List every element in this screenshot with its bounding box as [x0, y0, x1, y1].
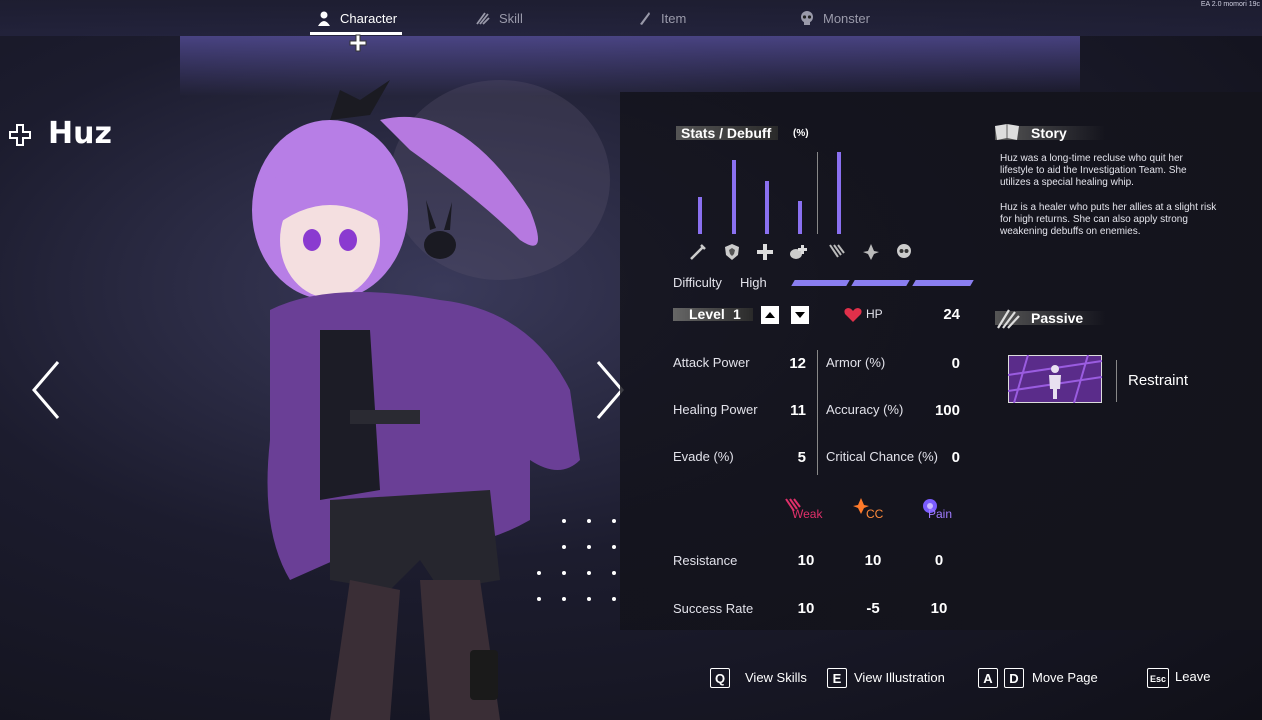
key-a[interactable]: A: [978, 668, 998, 688]
stat-value: 100: [934, 402, 960, 419]
view-skills-hint[interactable]: View Skills: [745, 670, 807, 685]
story-line: for high returns. She can also apply str…: [1000, 214, 1188, 225]
story-line: utilizes a special healing whip.: [1000, 177, 1134, 188]
stat-value: 11: [790, 402, 806, 419]
stat-value: 5: [797, 449, 806, 466]
key-esc[interactable]: Esc: [1147, 668, 1169, 688]
tab-monster[interactable]: Monster: [799, 10, 870, 26]
level-down-button[interactable]: [791, 306, 809, 324]
level-up-button[interactable]: [761, 306, 779, 324]
healer-class-icon: [9, 124, 31, 146]
success-rate-pain: 10: [930, 600, 948, 617]
stat-bar-heal-plus: [765, 181, 769, 234]
story-title: Story: [1031, 125, 1067, 141]
person-icon: [318, 11, 330, 26]
tab-label: Skill: [499, 10, 523, 26]
story-line: weakening debuffs on enemies.: [1000, 226, 1141, 237]
cc-header: CC: [866, 507, 884, 521]
difficulty-segment: [791, 280, 850, 286]
stat-label: Healing Power: [673, 402, 758, 417]
bar-divider: [817, 152, 818, 234]
restraint-skill-card[interactable]: [1008, 355, 1102, 403]
level-label: Level: [689, 306, 725, 322]
passive-divider: [1116, 360, 1117, 402]
stat-value: 12: [789, 355, 806, 372]
version-label: EA 2.0 momori 19c: [1200, 1, 1260, 8]
sword-icon: [690, 244, 706, 260]
story-paragraph-1: Huz was a long-time recluse who quit her…: [1000, 153, 1250, 189]
shield-icon: [725, 244, 739, 260]
speed-icon: [790, 245, 807, 259]
skull-icon: [801, 11, 813, 25]
stat-value: 0: [951, 355, 960, 372]
tab-item[interactable]: Item: [637, 10, 686, 26]
story-line: lifestyle to aid the Investigation Team.…: [1000, 165, 1187, 176]
stat-label: Armor (%): [826, 355, 886, 370]
passive-claw-icon: [997, 309, 1020, 329]
top-nav-bar: [0, 0, 1262, 36]
stat-label: Evade (%): [673, 449, 734, 464]
difficulty-segment: [912, 280, 974, 286]
key-e[interactable]: E: [827, 668, 847, 688]
story-line: Huz was a long-time recluse who quit her: [1000, 153, 1183, 164]
cc-icon: [863, 244, 879, 260]
key-d[interactable]: D: [1004, 668, 1024, 688]
level-value: 1: [733, 306, 741, 322]
stat-bar-speed: [798, 201, 802, 234]
weak-claw-icon: [829, 244, 845, 258]
character-name: Huz: [48, 116, 112, 151]
hp-value: 24: [943, 306, 960, 323]
tab-label: Character: [340, 10, 398, 26]
tab-skill[interactable]: Skill: [475, 10, 523, 26]
stat-bar-sword: [698, 197, 702, 234]
stats-section-title: Stats / Debuff: [681, 125, 772, 141]
resistance-label: Resistance: [673, 553, 738, 568]
stat-value: 0: [951, 449, 960, 466]
tab-label: Monster: [823, 10, 870, 26]
character-illustration: [252, 80, 610, 720]
resistance-cc: 10: [864, 552, 882, 569]
book-icon: [995, 124, 1019, 140]
tab-label: Item: [661, 10, 687, 26]
claw-icon: [476, 12, 490, 25]
stats-unit-label: (%): [793, 128, 809, 139]
prev-character-arrow[interactable]: [28, 358, 68, 422]
story-line: Huz is a healer who puts her allies at a…: [1000, 202, 1217, 213]
success-rate-cc: -5: [866, 600, 880, 617]
success-rate-weak: 10: [797, 600, 815, 617]
stats-divider: [817, 350, 818, 475]
weak-header: Weak: [792, 507, 823, 521]
stat-label: Attack Power: [673, 355, 750, 370]
difficulty-label: Difficulty: [673, 275, 722, 290]
stat-label: Accuracy (%): [826, 402, 904, 417]
stat-bar-shield: [732, 160, 736, 234]
stats-bar-chart: [698, 152, 841, 234]
view-illustration-hint[interactable]: View Illustration: [854, 670, 945, 685]
difficulty-segment: [851, 280, 910, 286]
tab-character[interactable]: Character: [316, 10, 397, 26]
pain-skull-icon: [897, 244, 911, 258]
passive-skill-name: Restraint: [1128, 372, 1189, 389]
move-page-hint[interactable]: Move Page: [1032, 670, 1098, 685]
passive-title: Passive: [1031, 310, 1084, 326]
hp-label: HP: [866, 307, 883, 321]
difficulty-value: High: [740, 275, 767, 290]
hp-heart-icon: [844, 308, 862, 322]
cursor-icon: [349, 34, 367, 52]
leave-hint[interactable]: Leave: [1175, 669, 1210, 684]
success-rate-label: Success Rate: [673, 601, 754, 616]
pain-header: Pain: [928, 507, 953, 521]
resistance-pain: 0: [934, 552, 944, 569]
stat-bar-weak-claw: [837, 152, 841, 234]
heal-plus-icon: [757, 244, 773, 260]
knife-icon: [640, 12, 650, 25]
resistance-weak: 10: [797, 552, 815, 569]
key-q[interactable]: Q: [710, 668, 730, 688]
story-paragraph-2: Huz is a healer who puts her allies at a…: [1000, 202, 1250, 238]
